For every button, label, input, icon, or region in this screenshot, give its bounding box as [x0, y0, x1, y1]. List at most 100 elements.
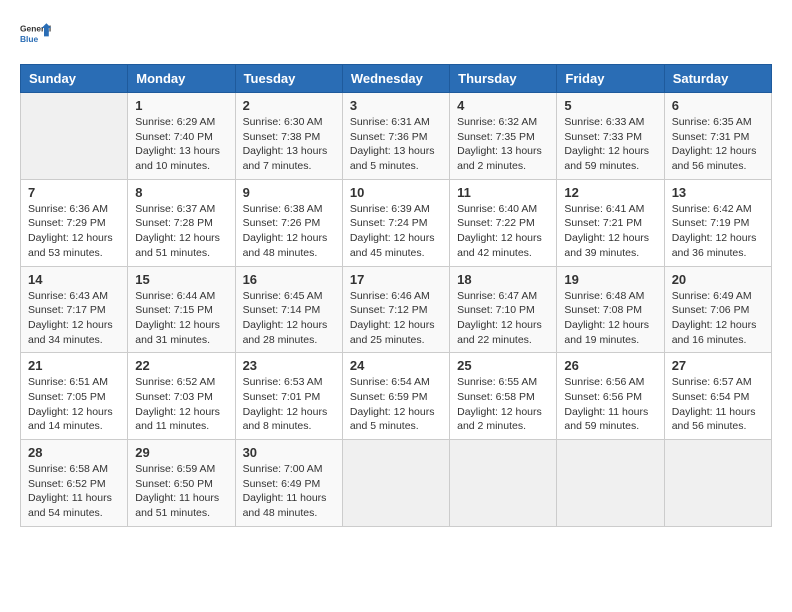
- calendar-cell: 24Sunrise: 6:54 AMSunset: 6:59 PMDayligh…: [342, 353, 449, 440]
- daylight-text: Daylight: 12 hours: [28, 232, 113, 244]
- date-number: 5: [564, 98, 656, 113]
- date-number: 21: [28, 358, 120, 373]
- daylight-text: and 16 minutes.: [672, 334, 747, 346]
- calendar-cell: 28Sunrise: 6:58 AMSunset: 6:52 PMDayligh…: [21, 440, 128, 527]
- calendar-table: SundayMondayTuesdayWednesdayThursdayFrid…: [20, 64, 772, 527]
- sunset-text: Sunset: 7:38 PM: [243, 131, 321, 143]
- date-number: 19: [564, 272, 656, 287]
- sunset-text: Sunset: 7:35 PM: [457, 131, 535, 143]
- daylight-text: and 5 minutes.: [350, 160, 419, 172]
- calendar-body: 1Sunrise: 6:29 AMSunset: 7:40 PMDaylight…: [21, 93, 772, 527]
- logo-svg: General Blue: [20, 16, 56, 52]
- daylight-text: and 11 minutes.: [135, 420, 209, 432]
- cell-info: Sunrise: 6:58 AMSunset: 6:52 PMDaylight:…: [28, 462, 120, 521]
- sunrise-text: Sunrise: 6:32 AM: [457, 116, 537, 128]
- calendar-week-1: 1Sunrise: 6:29 AMSunset: 7:40 PMDaylight…: [21, 93, 772, 180]
- sunrise-text: Sunrise: 6:57 AM: [672, 376, 752, 388]
- sunset-text: Sunset: 6:59 PM: [350, 391, 428, 403]
- calendar-cell: 3Sunrise: 6:31 AMSunset: 7:36 PMDaylight…: [342, 93, 449, 180]
- cell-info: Sunrise: 6:41 AMSunset: 7:21 PMDaylight:…: [564, 202, 656, 261]
- sunrise-text: Sunrise: 6:49 AM: [672, 290, 752, 302]
- sunset-text: Sunset: 7:06 PM: [672, 304, 750, 316]
- calendar-week-2: 7Sunrise: 6:36 AMSunset: 7:29 PMDaylight…: [21, 179, 772, 266]
- daylight-text: Daylight: 11 hours: [28, 492, 112, 504]
- daylight-text: Daylight: 12 hours: [564, 232, 649, 244]
- daylight-text: and 45 minutes.: [350, 247, 425, 259]
- sunset-text: Sunset: 6:58 PM: [457, 391, 535, 403]
- date-number: 25: [457, 358, 549, 373]
- calendar-cell: 15Sunrise: 6:44 AMSunset: 7:15 PMDayligh…: [128, 266, 235, 353]
- sunset-text: Sunset: 7:08 PM: [564, 304, 642, 316]
- daylight-text: and 28 minutes.: [243, 334, 318, 346]
- calendar-header-row: SundayMondayTuesdayWednesdayThursdayFrid…: [21, 65, 772, 93]
- daylight-text: and 53 minutes.: [28, 247, 103, 259]
- calendar-cell: 30Sunrise: 7:00 AMSunset: 6:49 PMDayligh…: [235, 440, 342, 527]
- cell-info: Sunrise: 6:47 AMSunset: 7:10 PMDaylight:…: [457, 289, 549, 348]
- daylight-text: Daylight: 12 hours: [564, 319, 649, 331]
- sunrise-text: Sunrise: 6:35 AM: [672, 116, 752, 128]
- sunrise-text: Sunrise: 6:33 AM: [564, 116, 644, 128]
- calendar-cell: 2Sunrise: 6:30 AMSunset: 7:38 PMDaylight…: [235, 93, 342, 180]
- sunset-text: Sunset: 6:49 PM: [243, 478, 321, 490]
- sunrise-text: Sunrise: 6:51 AM: [28, 376, 108, 388]
- cell-info: Sunrise: 7:00 AMSunset: 6:49 PMDaylight:…: [243, 462, 335, 521]
- calendar-cell: [342, 440, 449, 527]
- calendar-cell: 13Sunrise: 6:42 AMSunset: 7:19 PMDayligh…: [664, 179, 771, 266]
- calendar-cell: 14Sunrise: 6:43 AMSunset: 7:17 PMDayligh…: [21, 266, 128, 353]
- sunset-text: Sunset: 7:15 PM: [135, 304, 213, 316]
- sunset-text: Sunset: 7:14 PM: [243, 304, 321, 316]
- day-header-friday: Friday: [557, 65, 664, 93]
- daylight-text: Daylight: 12 hours: [457, 232, 542, 244]
- daylight-text: Daylight: 11 hours: [672, 406, 756, 418]
- cell-info: Sunrise: 6:36 AMSunset: 7:29 PMDaylight:…: [28, 202, 120, 261]
- date-number: 2: [243, 98, 335, 113]
- date-number: 18: [457, 272, 549, 287]
- calendar-cell: 20Sunrise: 6:49 AMSunset: 7:06 PMDayligh…: [664, 266, 771, 353]
- cell-info: Sunrise: 6:51 AMSunset: 7:05 PMDaylight:…: [28, 375, 120, 434]
- date-number: 22: [135, 358, 227, 373]
- cell-info: Sunrise: 6:54 AMSunset: 6:59 PMDaylight:…: [350, 375, 442, 434]
- daylight-text: and 2 minutes.: [457, 420, 526, 432]
- calendar-week-3: 14Sunrise: 6:43 AMSunset: 7:17 PMDayligh…: [21, 266, 772, 353]
- day-header-sunday: Sunday: [21, 65, 128, 93]
- calendar-cell: [557, 440, 664, 527]
- daylight-text: Daylight: 12 hours: [243, 232, 328, 244]
- date-number: 16: [243, 272, 335, 287]
- daylight-text: Daylight: 13 hours: [243, 145, 328, 157]
- date-number: 20: [672, 272, 764, 287]
- calendar-cell: 9 Sunrise: 6:38 AMSunset: 7:26 PMDaylight…: [235, 179, 342, 266]
- date-number: 9: [243, 185, 335, 200]
- calendar-cell: 7Sunrise: 6:36 AMSunset: 7:29 PMDaylight…: [21, 179, 128, 266]
- sunrise-text: Sunrise: 6:46 AM: [350, 290, 430, 302]
- daylight-text: Daylight: 13 hours: [350, 145, 435, 157]
- daylight-text: and 31 minutes.: [135, 334, 210, 346]
- sunrise-text: Sunrise: 6:31 AM: [350, 116, 430, 128]
- sunset-text: Sunset: 6:52 PM: [28, 478, 106, 490]
- sunset-text: Sunset: 7:28 PM: [135, 217, 213, 229]
- sunrise-text: Sunrise: 6:42 AM: [672, 203, 752, 215]
- cell-info: Sunrise: 6:45 AMSunset: 7:14 PMDaylight:…: [243, 289, 335, 348]
- cell-info: Sunrise: 6:39 AMSunset: 7:24 PMDaylight:…: [350, 202, 442, 261]
- daylight-text: Daylight: 12 hours: [135, 319, 220, 331]
- sunset-text: Sunset: 7:01 PM: [243, 391, 321, 403]
- day-header-wednesday: Wednesday: [342, 65, 449, 93]
- sunrise-text: Sunrise: 6:55 AM: [457, 376, 537, 388]
- daylight-text: and 19 minutes.: [564, 334, 639, 346]
- daylight-text: Daylight: 12 hours: [672, 232, 757, 244]
- calendar-cell: 19Sunrise: 6:48 AMSunset: 7:08 PMDayligh…: [557, 266, 664, 353]
- calendar-cell: [664, 440, 771, 527]
- date-number: 15: [135, 272, 227, 287]
- daylight-text: and 56 minutes.: [672, 160, 747, 172]
- calendar-cell: 29Sunrise: 6:59 AMSunset: 6:50 PMDayligh…: [128, 440, 235, 527]
- cell-info: Sunrise: 6:31 AMSunset: 7:36 PMDaylight:…: [350, 115, 442, 174]
- daylight-text: and 10 minutes.: [135, 160, 210, 172]
- date-number: 6: [672, 98, 764, 113]
- cell-info: Sunrise: 6:57 AMSunset: 6:54 PMDaylight:…: [672, 375, 764, 434]
- sunrise-text: Sunrise: 6:56 AM: [564, 376, 644, 388]
- logo: General Blue: [20, 16, 56, 52]
- sunset-text: Sunset: 7:03 PM: [135, 391, 213, 403]
- cell-info: Sunrise: 6:55 AMSunset: 6:58 PMDaylight:…: [457, 375, 549, 434]
- cell-info: Sunrise: 6:38 AMSunset: 7:26 PMDaylight:…: [243, 202, 335, 261]
- date-number: 4: [457, 98, 549, 113]
- date-number: 29: [135, 445, 227, 460]
